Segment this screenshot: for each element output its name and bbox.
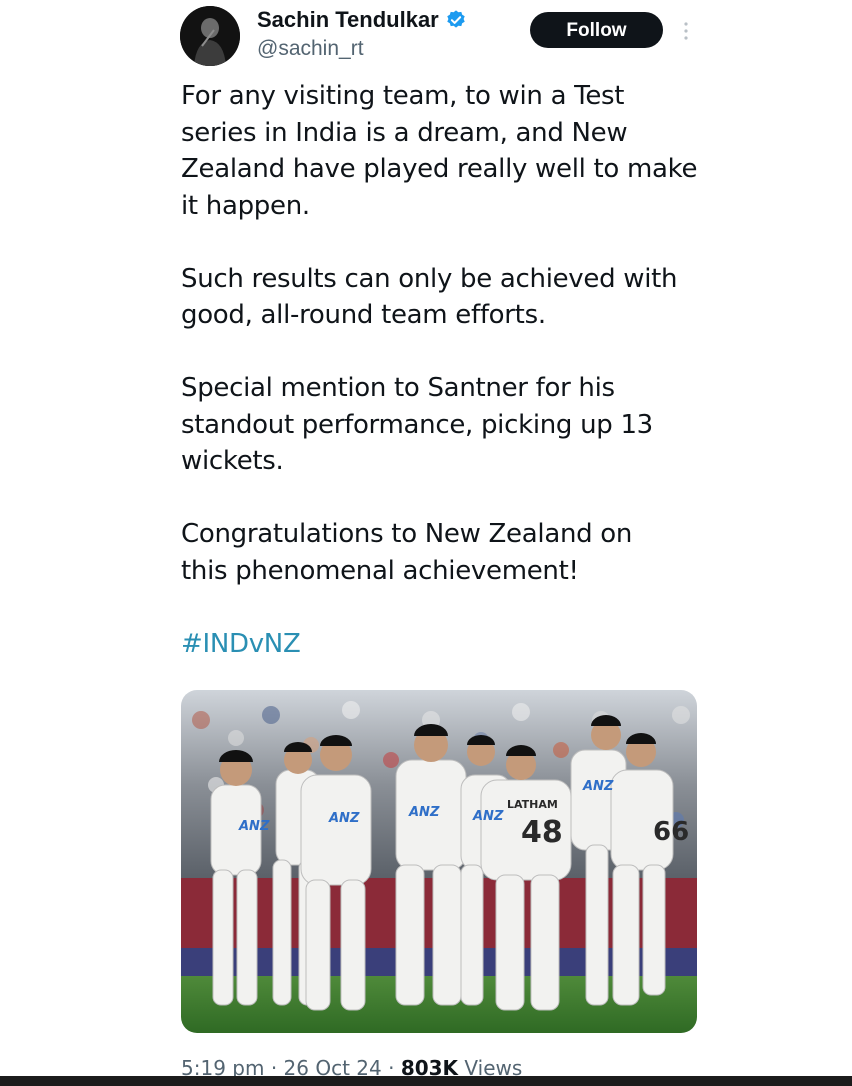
sponsor-logo-text: ANZ [328,811,360,826]
sponsor-logo-text: ANZ [472,809,504,824]
tweet-paragraph: Special mention to Santner for his stand… [181,373,653,476]
team-celebration-photo: LATHAM 48 66 ANZ ANZ ANZ ANZ ANZ [181,690,697,1033]
author-name-row[interactable]: Sachin Tendulkar [257,6,467,34]
author-name[interactable]: Sachin Tendulkar [257,6,439,34]
sponsor-logo-text: ANZ [582,779,614,794]
bottom-bar [0,1076,852,1086]
follow-button[interactable]: Follow [530,12,663,48]
jersey-number-text: 48 [521,815,563,850]
tweet-photo[interactable]: LATHAM 48 66 ANZ ANZ ANZ ANZ ANZ [181,690,697,1033]
author-avatar[interactable] [180,6,240,66]
sponsor-logo-text: ANZ [238,819,270,834]
verified-badge-icon [445,9,467,31]
sponsor-logo-text: ANZ [408,805,440,820]
tweet-paragraph: Congratulations to New Zealand on this p… [181,519,633,586]
more-vertical-icon[interactable] [678,18,694,44]
jersey-name-text: LATHAM [507,798,558,811]
tweet-text: For any visiting team, to win a Test ser… [181,78,721,699]
hashtag-link[interactable]: #INDvNZ [181,629,301,659]
tweet-paragraph: Such results can only be achieved with g… [181,263,678,331]
author-handle[interactable]: @sachin_rt [257,36,364,62]
tweet-paragraph: For any visiting team, to win a Test ser… [181,81,698,221]
jersey-number-text: 66 [653,817,689,847]
